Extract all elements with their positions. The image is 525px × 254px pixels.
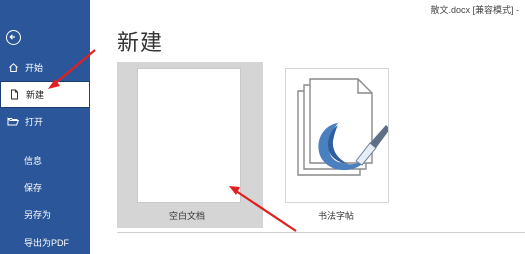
sidebar-item-open[interactable]: 打开 — [0, 108, 90, 134]
sidebar-item-label: 开始 — [25, 62, 44, 73]
back-arrow-icon[interactable] — [6, 30, 21, 45]
template-label-calligraphy: 书法字帖 — [318, 211, 355, 221]
calligraphy-brush-icon — [297, 78, 388, 176]
open-folder-icon — [7, 115, 19, 127]
sidebar-item-export-pdf[interactable]: 导出为PDF — [24, 236, 69, 249]
sidebar-item-save-as[interactable]: 另存为 — [24, 208, 51, 221]
sidebar-item-new[interactable]: 新建 — [0, 81, 90, 108]
template-label-blank: 空白文档 — [169, 211, 206, 221]
sidebar-item-save[interactable]: 保存 — [24, 181, 42, 194]
blank-document-thumbnail[interactable] — [137, 68, 241, 203]
sidebar-item-label: 打开 — [25, 116, 44, 127]
backstage-sidebar: 开始 新建 打开 信息 保存 另存为 导出为PDF — [0, 0, 90, 254]
page-title: 新建 — [117, 30, 164, 55]
sidebar-item-info[interactable]: 信息 — [24, 154, 42, 167]
template-tile-calligraphy[interactable] — [285, 68, 389, 203]
divider — [117, 232, 525, 233]
home-icon — [7, 61, 19, 73]
new-document-icon — [8, 89, 20, 101]
sidebar-item-home[interactable]: 开始 — [0, 54, 90, 80]
sidebar-item-label: 新建 — [26, 90, 45, 100]
window-title: 散文.docx [兼容模式] - — [430, 5, 519, 15]
